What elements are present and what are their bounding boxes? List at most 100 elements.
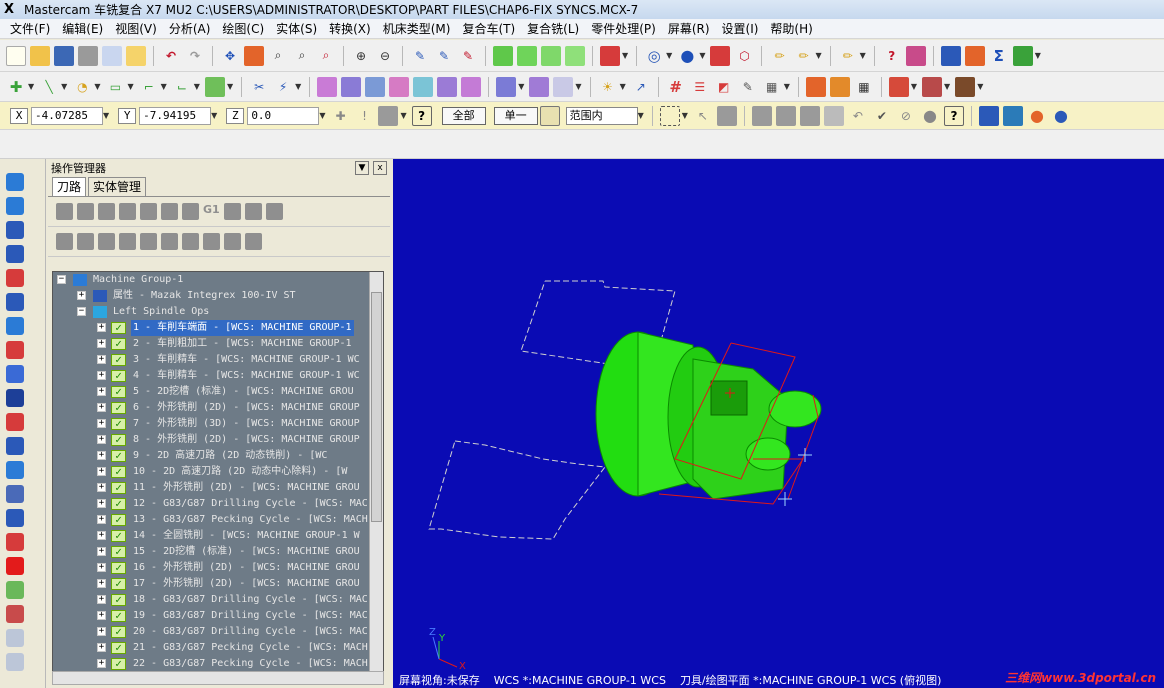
solid-shape-icon[interactable] [6, 269, 24, 287]
operation-label[interactable]: 17 - 外形铣削 (2D) - [WCS: MACHINE GROU [131, 576, 362, 592]
expand-toggle-icon[interactable]: + [97, 643, 106, 652]
delete-ops-icon[interactable] [244, 203, 262, 220]
operation-label[interactable]: 16 - 外形铣削 (2D) - [WCS: MACHINE GROU [131, 560, 362, 576]
xform-5-icon[interactable] [413, 76, 434, 97]
operation-label[interactable]: 7 - 外形铣削 (3D) - [WCS: MACHINE GROUP [131, 416, 362, 432]
zoom-out-icon[interactable]: ⊖ [375, 46, 395, 66]
tree-row-operation[interactable]: + ✓ 18 - G83/G87 Drilling Cycle - [WCS: MA… [53, 592, 383, 608]
operation-label[interactable]: 1 - 车削车端面 - [WCS: MACHINE GROUP-1 [131, 320, 354, 336]
operation-label[interactable]: 12 - G83/G87 Drilling Cycle - [WCS: MAC [131, 496, 370, 512]
operation-check-icon[interactable]: ✓ [111, 610, 126, 622]
point-create-icon[interactable]: ✚ [6, 77, 26, 97]
tree-row-operation[interactable]: + ✓ 13 - G83/G87 Pecking Cycle - [WCS: MAC… [53, 512, 383, 528]
table-icon[interactable]: ☰ [690, 77, 710, 97]
tree-row-operation[interactable]: + ✓ 17 - 外形铣削 (2D) - [WCS: MACHINE GROU [53, 576, 383, 592]
redo-icon[interactable]: ↷ [185, 46, 205, 66]
fast-point-icon[interactable]: ✚ [330, 106, 350, 126]
menu-millturn-mill[interactable]: 复合铣(L) [521, 20, 585, 37]
view-14-icon[interactable] [6, 605, 24, 623]
tree-row-operation[interactable]: + ✓ 4 - 车削精车 - [WCS: MACHINE GROUP-1 WC [53, 368, 383, 384]
view-11-icon[interactable] [6, 533, 24, 551]
break-icon[interactable]: ⚡ [273, 77, 293, 97]
tree-row-operation[interactable]: + ✓ 11 - 外形铣削 (2D) - [WCS: MACHINE GROU [53, 480, 383, 496]
expand-toggle-icon[interactable]: + [97, 387, 106, 396]
toggle-post-icon[interactable] [98, 233, 115, 250]
rectangle-create-icon[interactable]: ▭ [105, 77, 125, 97]
x-coordinate-input[interactable]: -4.07285 [31, 106, 103, 125]
menu-xform[interactable]: 转换(X) [323, 20, 377, 37]
operation-label[interactable]: 4 - 车削精车 - [WCS: MACHINE GROUP-1 WC [131, 368, 362, 384]
lightbulb-icon[interactable]: ☀ [598, 77, 618, 97]
graphics-viewport[interactable]: Z Y X 屏幕视角:未保存 WCS *:MACHINE GROUP-1 WCS… [393, 159, 1164, 688]
autocursor-icon[interactable]: ! [354, 106, 374, 126]
view-1-icon[interactable] [6, 293, 24, 311]
move-up-icon[interactable] [140, 233, 157, 250]
tree-row-operation[interactable]: + ✓ 20 - G83/G87 Drilling Cycle - [WCS: MA… [53, 624, 383, 640]
operations-tree[interactable]: − Machine Group-1 + 属性 - Mazak Integrex … [52, 271, 384, 685]
operation-check-icon[interactable]: ✓ [111, 322, 126, 334]
menu-millturn-turn[interactable]: 复合车(T) [456, 20, 521, 37]
xform-9-icon[interactable] [529, 76, 550, 97]
tree-row-operation[interactable]: + ✓ 3 - 车削精车 - [WCS: MACHINE GROUP-1 WC [53, 352, 383, 368]
xform-8-icon[interactable] [496, 76, 517, 97]
menu-create[interactable]: 绘图(C) [216, 20, 270, 37]
operation-check-icon[interactable]: ✓ [111, 418, 126, 430]
expand-toggle-icon[interactable]: + [97, 339, 106, 348]
shade-toggle-icon[interactable]: ✎ [434, 46, 454, 66]
view-cube-icon[interactable] [493, 45, 513, 66]
post-icon[interactable]: G1 [203, 203, 220, 220]
view-2-icon[interactable] [6, 317, 24, 335]
grid-hash-icon[interactable]: # [666, 77, 686, 97]
expand-toggle-icon[interactable]: + [97, 515, 106, 524]
operation-label[interactable]: 2 - 车削粗加工 - [WCS: MACHINE GROUP-1 [131, 336, 354, 352]
tree-horizontal-scrollbar[interactable] [52, 671, 384, 685]
machine-blue-icon[interactable] [978, 105, 999, 126]
y-label[interactable]: Y [118, 107, 137, 124]
view-8-icon[interactable] [6, 461, 24, 479]
new-file-icon[interactable] [6, 45, 26, 66]
view-16-icon[interactable] [6, 653, 24, 671]
menu-edit[interactable]: 编辑(E) [56, 20, 109, 37]
save-icon[interactable] [54, 45, 74, 66]
expand-toggle-icon[interactable]: + [97, 435, 106, 444]
expand-toggle-icon[interactable]: + [97, 611, 106, 620]
wizard-icon[interactable] [126, 45, 146, 66]
operation-check-icon[interactable]: ✓ [111, 562, 126, 574]
expand-toggle-icon[interactable]: + [97, 595, 106, 604]
operation-label[interactable]: 14 - 全圆铣削 - [WCS: MACHINE GROUP-1 W [131, 528, 362, 544]
tree-row-spindle[interactable]: − Left Spindle Ops [53, 304, 383, 320]
menu-analyze[interactable]: 分析(A) [163, 20, 217, 37]
pencil-2-icon[interactable]: ✎ [738, 77, 758, 97]
operation-label[interactable]: 15 - 2D挖槽 (标准) - [WCS: MACHINE GROU [131, 544, 362, 560]
machine-blue-2-icon[interactable] [1002, 105, 1023, 126]
pan-icon[interactable]: ✥ [220, 46, 240, 66]
operation-label[interactable]: 10 - 2D 高速刀路 (2D 动态中心除料) - [W [131, 464, 349, 480]
expand-toggle-icon[interactable]: + [97, 563, 106, 572]
arrow-icon[interactable]: ↗ [631, 77, 651, 97]
tree-row-operation[interactable]: + ✓ 12 - G83/G87 Drilling Cycle - [WCS: MA… [53, 496, 383, 512]
operation-check-icon[interactable]: ✓ [111, 546, 126, 558]
tree-row-operation[interactable]: + ✓ 16 - 外形铣削 (2D) - [WCS: MACHINE GROU [53, 560, 383, 576]
help-question-icon[interactable]: ? [411, 105, 432, 126]
print-preview-icon[interactable] [102, 45, 122, 66]
xform-2-icon[interactable] [341, 76, 362, 97]
machine-group-label[interactable]: Machine Group-1 [91, 272, 185, 288]
zoom-target-icon[interactable]: ⌕ [292, 46, 312, 66]
operation-check-icon[interactable]: ✓ [111, 642, 126, 654]
spindle-label[interactable]: Left Spindle Ops [111, 304, 211, 320]
operation-check-icon[interactable]: ✓ [111, 514, 126, 526]
print-icon[interactable] [78, 45, 98, 66]
chamfer-icon[interactable]: ⌙ [172, 77, 192, 97]
operation-check-icon[interactable]: ✓ [111, 354, 126, 366]
menu-file[interactable]: 文件(F) [4, 20, 56, 37]
tree-row-operation[interactable]: + ✓ 14 - 全圆铣削 - [WCS: MACHINE GROUP-1 W [53, 528, 383, 544]
operation-label[interactable]: 18 - G83/G87 Drilling Cycle - [WCS: MAC [131, 592, 370, 608]
loop-select-icon[interactable] [823, 105, 844, 126]
view-13-icon[interactable] [6, 581, 24, 599]
zoom-window-icon[interactable]: ⌕ [268, 46, 288, 66]
expand-toggle-icon[interactable]: + [97, 659, 106, 668]
operation-check-icon[interactable]: ✓ [111, 626, 126, 638]
measure-icon[interactable] [940, 45, 961, 66]
operation-check-icon[interactable]: ✓ [111, 450, 126, 462]
view-12-icon[interactable] [6, 557, 24, 575]
